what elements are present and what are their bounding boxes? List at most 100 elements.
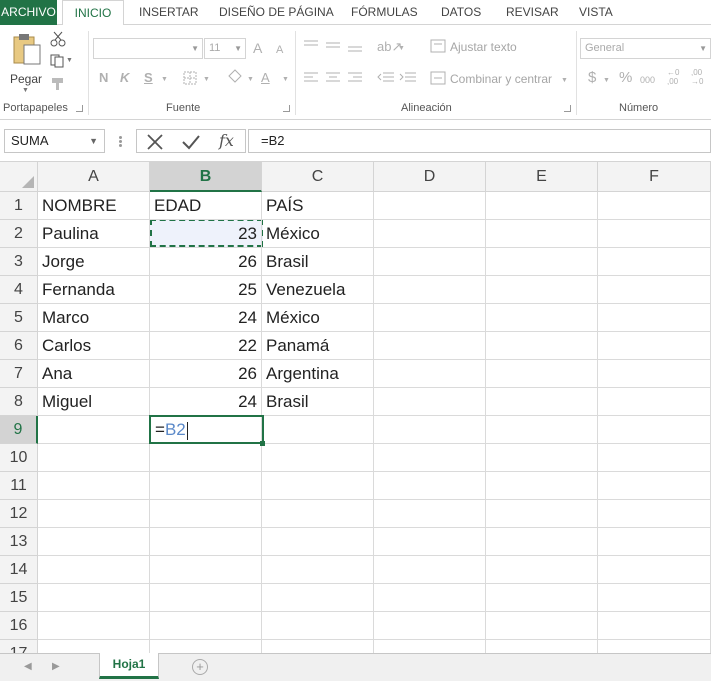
cell[interactable] xyxy=(38,528,150,556)
cell[interactable] xyxy=(150,612,262,640)
increase-indent-icon[interactable] xyxy=(399,71,417,85)
decrease-decimal-icon[interactable]: ,00 →0 xyxy=(691,68,709,86)
cell[interactable] xyxy=(38,500,150,528)
increase-decimal-icon[interactable]: ←0 ,00 xyxy=(667,68,685,86)
cell[interactable] xyxy=(486,500,598,528)
cell[interactable] xyxy=(598,304,711,332)
align-center-icon[interactable] xyxy=(325,71,341,85)
cell[interactable] xyxy=(486,556,598,584)
clipboard-launcher-icon[interactable] xyxy=(76,105,83,112)
cell[interactable] xyxy=(150,500,262,528)
cell[interactable] xyxy=(374,612,486,640)
cell[interactable]: México xyxy=(262,220,374,248)
cell[interactable] xyxy=(598,500,711,528)
merge-center-button[interactable]: Combinar y centrar xyxy=(450,72,552,86)
cell[interactable] xyxy=(150,640,262,653)
cell[interactable]: PAÍS xyxy=(262,192,374,220)
row-header[interactable]: 9 xyxy=(0,416,38,444)
cell[interactable]: 23 xyxy=(150,220,262,248)
cell[interactable] xyxy=(150,528,262,556)
cell[interactable] xyxy=(38,444,150,472)
cell[interactable] xyxy=(374,640,486,653)
cell[interactable]: Miguel xyxy=(38,388,150,416)
font-name-combo[interactable]: ▼ xyxy=(93,38,203,59)
cell[interactable] xyxy=(598,640,711,653)
cell[interactable]: 25 xyxy=(150,276,262,304)
cell[interactable] xyxy=(262,528,374,556)
formula-bar-grip-icon[interactable] xyxy=(119,136,122,139)
cell[interactable]: NOMBRE xyxy=(38,192,150,220)
fill-color-dropdown-icon[interactable]: ▼ xyxy=(247,72,254,88)
cell[interactable] xyxy=(486,248,598,276)
font-color-icon[interactable]: A xyxy=(261,70,270,86)
formula-input[interactable]: =B2 xyxy=(248,129,711,153)
cell[interactable] xyxy=(486,444,598,472)
row-header[interactable]: 7 xyxy=(0,360,38,388)
cell[interactable]: 24 xyxy=(150,388,262,416)
cell[interactable] xyxy=(486,332,598,360)
align-bottom-icon[interactable] xyxy=(347,39,363,53)
cell[interactable] xyxy=(598,556,711,584)
cell[interactable] xyxy=(598,444,711,472)
currency-icon[interactable]: $ xyxy=(588,70,596,86)
cell[interactable] xyxy=(38,640,150,653)
cell[interactable] xyxy=(262,612,374,640)
column-header-c[interactable]: C xyxy=(262,162,374,192)
add-sheet-icon[interactable]: + xyxy=(192,659,208,675)
column-header-e[interactable]: E xyxy=(486,162,598,192)
row-header[interactable]: 11 xyxy=(0,472,38,500)
cell[interactable]: Panamá xyxy=(262,332,374,360)
cell[interactable] xyxy=(374,444,486,472)
insert-function-icon[interactable]: fx xyxy=(219,130,234,152)
cell[interactable] xyxy=(486,640,598,653)
fill-handle[interactable] xyxy=(260,441,265,446)
cell[interactable] xyxy=(150,444,262,472)
align-top-icon[interactable] xyxy=(303,39,319,53)
cell[interactable] xyxy=(486,472,598,500)
row-header[interactable]: 6 xyxy=(0,332,38,360)
underline-dropdown-icon[interactable]: ▼ xyxy=(161,72,168,88)
row-header[interactable]: 10 xyxy=(0,444,38,472)
cell[interactable] xyxy=(598,192,711,220)
cell[interactable] xyxy=(598,528,711,556)
cell[interactable] xyxy=(374,500,486,528)
cell[interactable] xyxy=(486,220,598,248)
column-header-d[interactable]: D xyxy=(374,162,486,192)
cell[interactable] xyxy=(598,220,711,248)
cell[interactable]: Argentina xyxy=(262,360,374,388)
percent-icon[interactable]: % xyxy=(619,70,632,86)
align-right-icon[interactable] xyxy=(347,71,363,85)
cell[interactable]: Fernanda xyxy=(38,276,150,304)
name-box-dropdown-icon[interactable]: ▼ xyxy=(89,130,98,152)
row-header[interactable]: 2 xyxy=(0,220,38,248)
italic-button[interactable]: K xyxy=(120,70,129,86)
next-sheet-icon[interactable]: ▶ xyxy=(52,661,60,672)
underline-button[interactable]: S xyxy=(144,70,153,86)
cell[interactable] xyxy=(374,416,486,444)
cell[interactable] xyxy=(486,612,598,640)
row-header[interactable]: 1 xyxy=(0,192,38,220)
row-header[interactable]: 4 xyxy=(0,276,38,304)
currency-dropdown-icon[interactable]: ▼ xyxy=(603,73,610,89)
sheet-tab-hoja1[interactable]: Hoja1 xyxy=(99,653,159,679)
grow-font-icon[interactable]: A xyxy=(253,40,262,56)
row-header[interactable]: 14 xyxy=(0,556,38,584)
cell[interactable]: 24 xyxy=(150,304,262,332)
cell[interactable] xyxy=(374,360,486,388)
cell[interactable]: México xyxy=(262,304,374,332)
bold-button[interactable]: N xyxy=(99,70,108,86)
cell[interactable]: Jorge xyxy=(38,248,150,276)
tab-revisar[interactable]: REVISAR xyxy=(506,0,559,25)
tab-formulas[interactable]: FÓRMULAS xyxy=(351,0,418,25)
cell[interactable]: Marco xyxy=(38,304,150,332)
merge-center-icon[interactable] xyxy=(430,71,446,85)
cell[interactable] xyxy=(38,584,150,612)
cell[interactable] xyxy=(262,472,374,500)
font-size-combo[interactable]: 11 ▼ xyxy=(204,38,246,59)
cell[interactable] xyxy=(374,556,486,584)
cell[interactable] xyxy=(150,472,262,500)
cell[interactable] xyxy=(262,556,374,584)
format-painter-icon[interactable] xyxy=(50,77,66,91)
cell[interactable] xyxy=(598,276,711,304)
enter-check-icon[interactable] xyxy=(181,133,201,151)
